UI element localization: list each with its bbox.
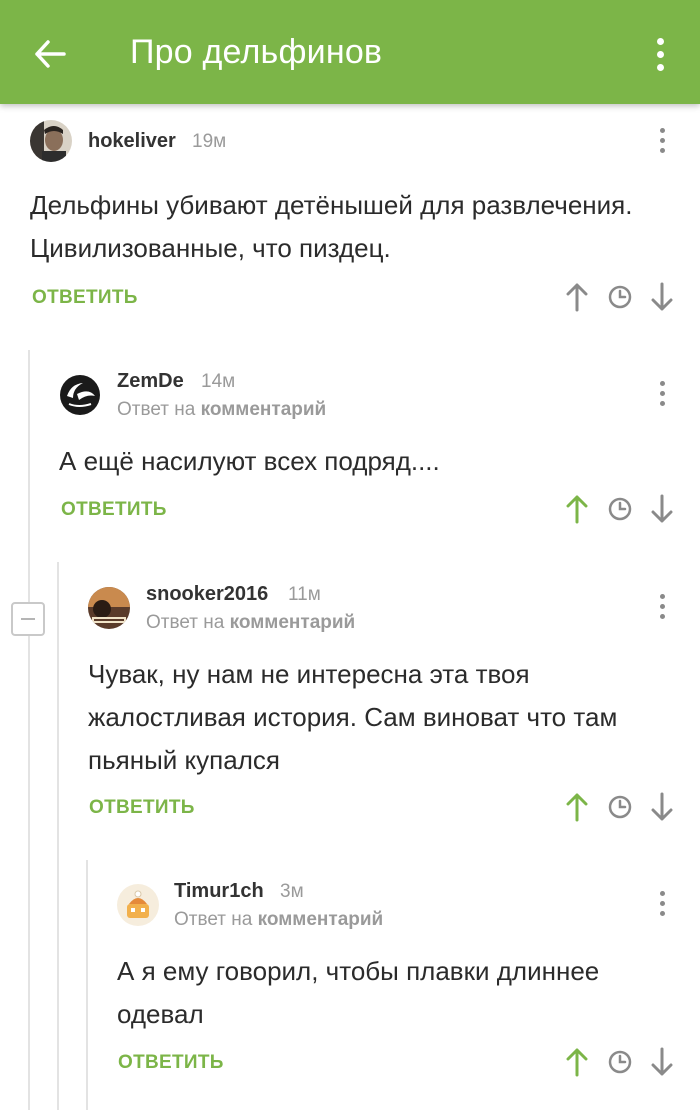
thread-line-level-2 xyxy=(57,562,59,1110)
more-vertical-icon xyxy=(656,37,664,45)
comment-text: А ещё насилуют всех подряд.... xyxy=(59,446,440,476)
comment-username[interactable]: Timur1ch xyxy=(174,880,264,903)
avatar[interactable] xyxy=(88,587,130,629)
clock-icon xyxy=(608,285,632,309)
vote-actions xyxy=(560,280,680,314)
reply-to-line: Ответ на комментарий xyxy=(146,612,355,634)
reply-to-prefix: Ответ на xyxy=(117,399,196,420)
comment-username[interactable]: snooker2016 xyxy=(146,583,268,606)
user-avatar-image xyxy=(30,120,72,162)
back-button[interactable] xyxy=(24,30,76,78)
overflow-menu-button[interactable] xyxy=(642,30,678,78)
app-bar: Про дельфинов xyxy=(0,0,700,104)
upvote-button[interactable] xyxy=(560,1045,594,1079)
vote-actions xyxy=(560,492,680,526)
avatar[interactable] xyxy=(59,374,101,416)
save-later-button[interactable] xyxy=(603,790,637,824)
arrow-down-icon xyxy=(651,494,673,523)
comment-username[interactable]: hokeliver xyxy=(88,130,176,153)
arrow-left-icon xyxy=(35,40,66,68)
vote-actions xyxy=(560,790,680,824)
comment-text: Чувак, ну нам не интересна эта твоя жало… xyxy=(88,659,618,775)
comment-more-button[interactable] xyxy=(652,888,672,918)
arrow-up-icon xyxy=(566,495,588,524)
arrow-down-icon xyxy=(651,792,673,821)
reply-to-link[interactable]: комментарий xyxy=(230,612,356,633)
reply-to-prefix: Ответ на xyxy=(146,612,225,633)
save-later-button[interactable] xyxy=(603,492,637,526)
comment-text: Дельфины убивают детёнышей для развлечен… xyxy=(30,190,633,263)
comment-time: 19м xyxy=(192,131,227,152)
clock-icon xyxy=(608,497,632,521)
more-vertical-icon xyxy=(659,380,665,386)
minus-icon xyxy=(21,618,35,620)
reply-to-link[interactable]: комментарий xyxy=(258,909,384,930)
reply-to-line: Ответ на комментарий xyxy=(117,399,326,421)
comment-more-button[interactable] xyxy=(652,591,672,621)
arrow-up-icon xyxy=(566,283,588,312)
reply-to-link[interactable]: комментарий xyxy=(201,399,327,420)
user-avatar-image xyxy=(88,587,130,629)
upvote-button[interactable] xyxy=(560,790,594,824)
page-title: Про дельфинов xyxy=(130,33,383,71)
arrow-down-icon xyxy=(651,1047,673,1076)
arrow-up-icon xyxy=(566,1048,588,1077)
downvote-button[interactable] xyxy=(645,1045,679,1079)
reply-button[interactable]: ОТВЕТИТЬ xyxy=(61,499,167,521)
save-later-button[interactable] xyxy=(603,1045,637,1079)
comment-username[interactable]: ZemDe xyxy=(117,370,184,393)
comment-text: А я ему говорил, чтобы плавки длиннее од… xyxy=(117,956,600,1029)
reply-to-line: Ответ на комментарий xyxy=(174,909,383,931)
arrow-up-icon xyxy=(566,793,588,822)
downvote-button[interactable] xyxy=(645,790,679,824)
comment-more-button[interactable] xyxy=(652,125,672,155)
collapse-thread-button[interactable] xyxy=(11,602,45,636)
thread-line-level-1 xyxy=(28,350,30,1110)
comment-time: 14м xyxy=(201,371,236,392)
upvote-button[interactable] xyxy=(560,280,594,314)
user-avatar-image xyxy=(117,884,159,926)
comment-more-button[interactable] xyxy=(652,378,672,408)
clock-icon xyxy=(608,795,632,819)
more-vertical-icon xyxy=(659,127,665,133)
comment-time: 3м xyxy=(280,881,304,902)
reply-button[interactable]: ОТВЕТИТЬ xyxy=(32,287,138,309)
reply-button[interactable]: ОТВЕТИТЬ xyxy=(118,1052,224,1074)
reply-to-prefix: Ответ на xyxy=(174,909,253,930)
more-vertical-icon xyxy=(659,593,665,599)
arrow-down-icon xyxy=(651,282,673,311)
clock-icon xyxy=(608,1050,632,1074)
downvote-button[interactable] xyxy=(645,280,679,314)
save-later-button[interactable] xyxy=(603,280,637,314)
avatar[interactable] xyxy=(30,120,72,162)
comment-time: 11м xyxy=(288,584,321,605)
vote-actions xyxy=(560,1045,680,1079)
downvote-button[interactable] xyxy=(645,492,679,526)
upvote-button[interactable] xyxy=(560,492,594,526)
more-vertical-icon xyxy=(659,890,665,896)
user-avatar-image xyxy=(59,374,101,416)
reply-button[interactable]: ОТВЕТИТЬ xyxy=(89,797,195,819)
avatar[interactable] xyxy=(117,884,159,926)
thread-line-level-3 xyxy=(86,860,88,1110)
